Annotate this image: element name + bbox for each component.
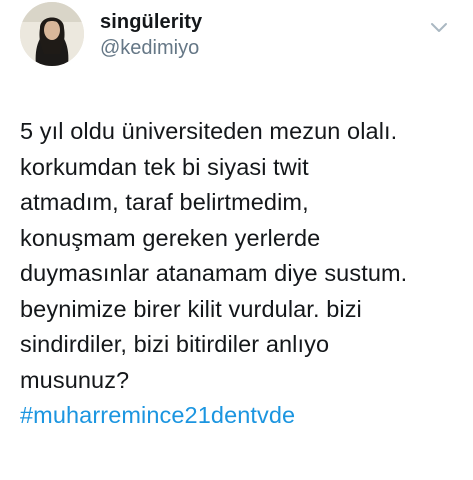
chevron-down-icon[interactable] [428,16,450,38]
tweet-author[interactable]: singülerity @kedimiyo [100,10,202,60]
avatar[interactable] [20,2,84,66]
tweet-text-line: konuşmam gereken yerlerde [20,224,321,251]
user-handle[interactable]: @kedimiyo [100,36,202,60]
tweet-text-line: musunuz? [20,366,130,393]
profile-photo [20,2,84,66]
display-name[interactable]: singülerity [100,10,202,34]
tweet-text-line: korkumdan tek bi siyasi twit [20,153,309,180]
hashtag-link[interactable]: #muharremince21dentvde [20,398,465,434]
tweet-text-line: sindirdiler, bizi bitirdiler anlıyo [20,331,330,357]
tweet: singülerity @kedimiyo 5 yıl oldu ünivers… [0,0,473,480]
tweet-text-line: beynimize birer kilit vurdular. bizi [20,295,362,322]
tweet-text-line: duymasınlar atanamam diye sustum. [20,260,408,286]
tweet-text-line: atmadım, taraf belirtmedim, [20,189,309,215]
tweet-text-line: 5 yıl oldu üniversiteden mezun olalı. [20,118,398,144]
tweet-text: 5 yıl oldu üniversiteden mezun olalı. ko… [20,114,465,434]
